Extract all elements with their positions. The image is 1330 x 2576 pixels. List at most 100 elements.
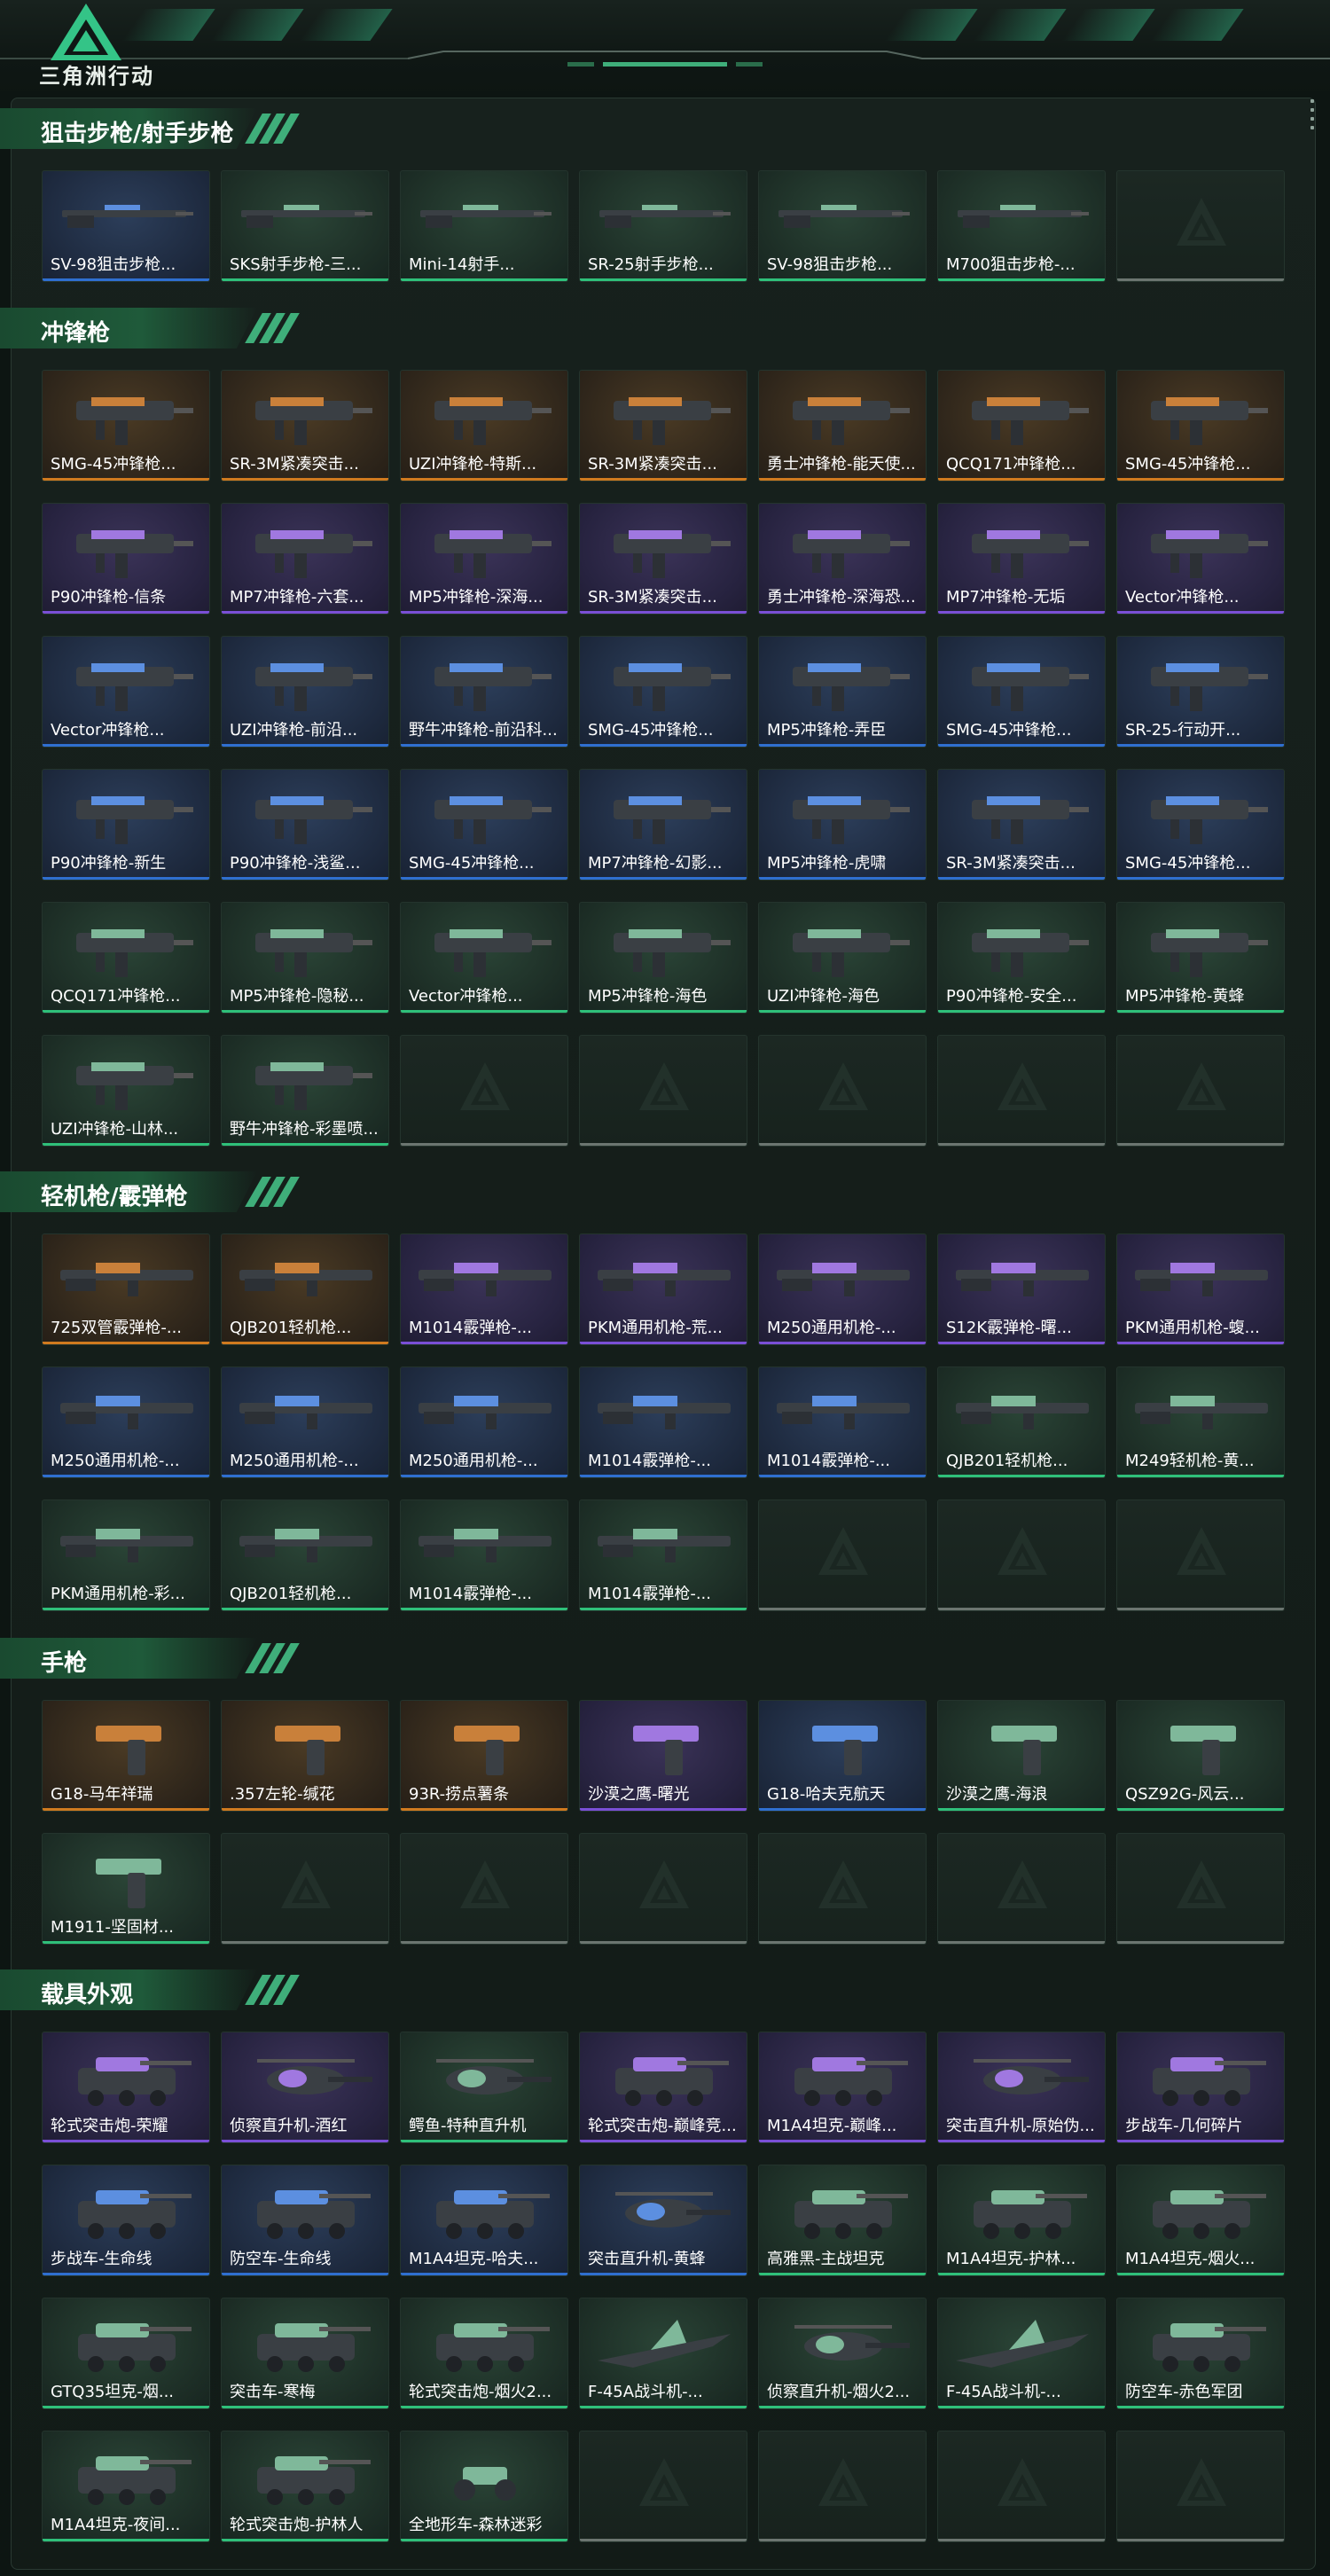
item-card[interactable]: SV-98狙击步枪... (42, 170, 210, 282)
item-card[interactable]: 725双管霰弹枪-... (42, 1233, 210, 1345)
item-card[interactable]: 沙漠之鹰-曙光 (579, 1700, 747, 1812)
item-card[interactable]: M249轻机枪-黄... (1116, 1366, 1285, 1478)
item-card[interactable]: M250通用机枪-... (400, 1366, 568, 1478)
item-card[interactable]: MP5冲锋枪-深海... (400, 503, 568, 615)
item-card[interactable]: PKM通用机枪-蝮... (1116, 1233, 1285, 1345)
item-card[interactable]: QSZ92G-风云... (1116, 1700, 1285, 1812)
item-card[interactable]: G18-马年祥瑞 (42, 1700, 210, 1812)
item-card[interactable]: F-45A战斗机-... (937, 2298, 1106, 2409)
item-card[interactable]: M1A4坦克-护林... (937, 2165, 1106, 2276)
item-card[interactable]: MP5冲锋枪-海色 (579, 902, 747, 1014)
pistol-icon (991, 1726, 1057, 1775)
item-card[interactable]: F-45A战斗机-... (579, 2298, 747, 2409)
item-card[interactable]: 轮式突击炮-巅峰竞... (579, 2032, 747, 2143)
item-card[interactable]: MP5冲锋枪-弄臣 (758, 636, 927, 748)
item-card[interactable]: 野牛冲锋枪-前沿科... (400, 636, 568, 748)
item-card[interactable]: 鳄鱼-特种直升机 (400, 2032, 568, 2143)
item-card[interactable]: 高雅黑-主战坦克 (758, 2165, 927, 2276)
item-card[interactable]: SMG-45冲锋枪... (1116, 370, 1285, 482)
item-card[interactable]: P90冲锋枪-浅鲨... (221, 769, 389, 881)
item-card[interactable]: QJB201轻机枪... (221, 1233, 389, 1345)
item-card[interactable]: PKM通用机枪-荒... (579, 1233, 747, 1345)
item-card[interactable]: M1A4坦克-烟火... (1116, 2165, 1285, 2276)
item-card[interactable]: M250通用机枪-... (221, 1366, 389, 1478)
item-card[interactable]: M700狙击步枪-... (937, 170, 1106, 282)
item-card[interactable]: M1014霰弹枪-... (400, 1499, 568, 1611)
item-card[interactable]: UZI冲锋枪-前沿... (221, 636, 389, 748)
item-card[interactable]: MP5冲锋枪-虎啸 (758, 769, 927, 881)
item-card[interactable]: M250通用机枪-... (758, 1233, 927, 1345)
item-card[interactable]: Mini-14射手... (400, 170, 568, 282)
item-card[interactable]: SR-3M紧凑突击... (221, 370, 389, 482)
item-card[interactable]: SV-98狙击步枪... (758, 170, 927, 282)
item-card[interactable]: SKS射手步枪-三... (221, 170, 389, 282)
item-card[interactable]: 防空车-赤色军团 (1116, 2298, 1285, 2409)
item-card[interactable]: M250通用机枪-... (42, 1366, 210, 1478)
item-card[interactable]: UZI冲锋枪-特斯... (400, 370, 568, 482)
item-card[interactable]: 轮式突击炮-护林人 (221, 2431, 389, 2542)
item-card[interactable]: Vector冲锋枪... (400, 902, 568, 1014)
rarity-bar (759, 2539, 926, 2541)
item-card[interactable]: UZI冲锋枪-山林... (42, 1035, 210, 1147)
item-card[interactable]: P90冲锋枪-新生 (42, 769, 210, 881)
item-card[interactable]: M1A4坦克-夜间... (42, 2431, 210, 2542)
item-card[interactable]: UZI冲锋枪-海色 (758, 902, 927, 1014)
item-card[interactable]: 轮式突击炮-烟火2... (400, 2298, 568, 2409)
item-card[interactable]: 突击车-寒梅 (221, 2298, 389, 2409)
item-card[interactable]: 突击直升机-黄蜂 (579, 2165, 747, 2276)
pistol-icon (96, 1859, 161, 1908)
item-card[interactable]: SMG-45冲锋枪... (579, 636, 747, 748)
item-card[interactable]: G18-哈夫克航天 (758, 1700, 927, 1812)
item-card-label: 轮式突击炮-巅峰竞... (588, 2118, 737, 2135)
item-card[interactable]: S12K霰弹枪-曙... (937, 1233, 1106, 1345)
item-card[interactable]: M1A4坦克-哈夫... (400, 2165, 568, 2276)
rarity-bar (1117, 278, 1284, 281)
item-card[interactable]: QJB201轻机枪... (937, 1366, 1106, 1478)
item-card[interactable]: QCQ171冲锋枪... (42, 902, 210, 1014)
item-card[interactable]: M1A4坦克-巅峰... (758, 2032, 927, 2143)
item-card[interactable]: MP7冲锋枪-六套... (221, 503, 389, 615)
item-card[interactable]: QJB201轻机枪... (221, 1499, 389, 1611)
item-card[interactable]: QCQ171冲锋枪... (937, 370, 1106, 482)
item-card[interactable]: Vector冲锋枪... (42, 636, 210, 748)
item-card[interactable]: M1014霰弹枪-... (579, 1499, 747, 1611)
item-card[interactable]: 野牛冲锋枪-彩墨喷... (221, 1035, 389, 1147)
item-card[interactable]: M1014霰弹枪-... (400, 1233, 568, 1345)
item-card[interactable]: 轮式突击炮-荣耀 (42, 2032, 210, 2143)
tank-icon (78, 2323, 192, 2372)
item-card[interactable]: SMG-45冲锋枪... (400, 769, 568, 881)
item-card[interactable]: M1911-坚固材... (42, 1833, 210, 1945)
item-card[interactable]: SR-25-行动开... (1116, 636, 1285, 748)
scroll-handle[interactable] (1310, 99, 1316, 135)
item-card[interactable]: 勇士冲锋枪-深海恐... (758, 503, 927, 615)
item-card[interactable]: SR-3M紧凑突击... (579, 370, 747, 482)
item-card[interactable]: 勇士冲锋枪-能天使... (758, 370, 927, 482)
item-card[interactable]: 沙漠之鹰-海浪 (937, 1700, 1106, 1812)
item-card[interactable]: 防空车-生命线 (221, 2165, 389, 2276)
item-card[interactable]: MP5冲锋枪-隐秘... (221, 902, 389, 1014)
item-card[interactable]: P90冲锋枪-信条 (42, 503, 210, 615)
item-card[interactable]: 突击直升机-原始伪... (937, 2032, 1106, 2143)
item-card[interactable]: 步战车-几何碎片 (1116, 2032, 1285, 2143)
item-card[interactable]: SR-3M紧凑突击... (937, 769, 1106, 881)
item-card[interactable]: GTQ35坦克-烟... (42, 2298, 210, 2409)
item-card[interactable]: MP5冲锋枪-黄蜂 (1116, 902, 1285, 1014)
item-card[interactable]: .357左轮-缄花 (221, 1700, 389, 1812)
item-card[interactable]: SMG-45冲锋枪... (1116, 769, 1285, 881)
item-card[interactable]: MP7冲锋枪-幻影... (579, 769, 747, 881)
item-card[interactable]: SMG-45冲锋枪... (937, 636, 1106, 748)
item-card[interactable]: Vector冲锋枪... (1116, 503, 1285, 615)
item-card[interactable]: 全地形车-森林迷彩 (400, 2431, 568, 2542)
item-card[interactable]: SR-3M紧凑突击... (579, 503, 747, 615)
item-card[interactable]: SR-25射手步枪... (579, 170, 747, 282)
item-card[interactable]: P90冲锋枪-安全... (937, 902, 1106, 1014)
item-card[interactable]: PKM通用机枪-彩... (42, 1499, 210, 1611)
item-card[interactable]: M1014霰弹枪-... (579, 1366, 747, 1478)
item-card[interactable]: 侦察直升机-烟火2... (758, 2298, 927, 2409)
item-card[interactable]: MP7冲锋枪-无垢 (937, 503, 1106, 615)
item-card[interactable]: M1014霰弹枪-... (758, 1366, 927, 1478)
item-card[interactable]: 93R-捞点薯条 (400, 1700, 568, 1812)
item-card[interactable]: 侦察直升机-酒红 (221, 2032, 389, 2143)
item-card[interactable]: SMG-45冲锋枪... (42, 370, 210, 482)
item-card[interactable]: 步战车-生命线 (42, 2165, 210, 2276)
